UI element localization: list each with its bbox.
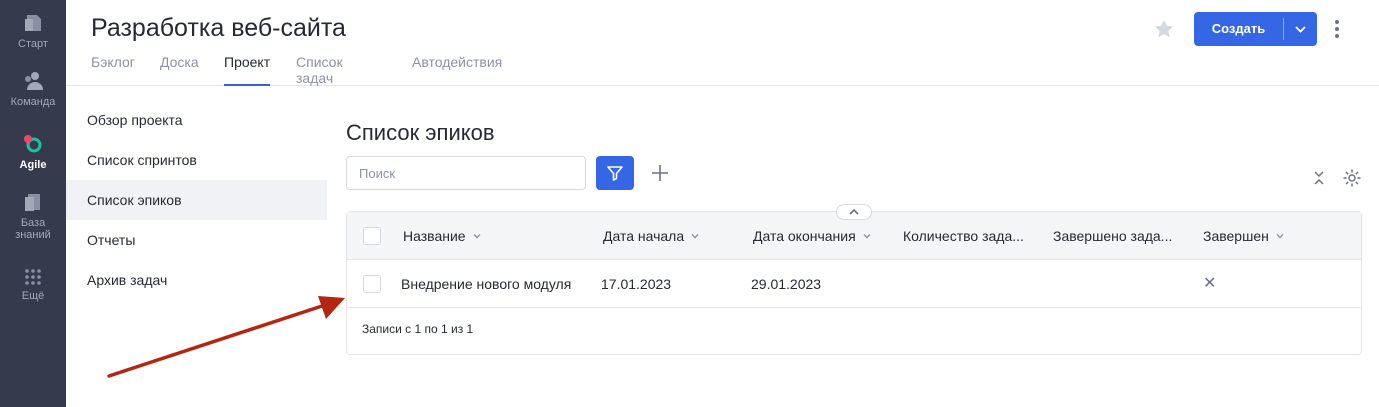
grid-icon [25, 269, 41, 285]
rail-label: Старт [18, 38, 48, 50]
filter-icon [607, 166, 623, 181]
rail-label: База знаний [15, 217, 51, 241]
chevron-down-icon [1295, 26, 1306, 33]
section-title: Список эпиков [346, 120, 495, 145]
knowledge-base-icon [25, 194, 40, 211]
epics-table: Название Дата начала Дата окончания Коли… [346, 211, 1362, 355]
favorite-star-icon[interactable] [1153, 18, 1175, 45]
sidenav-item-reports[interactable]: Отчеты [66, 220, 327, 260]
sidenav-item-overview[interactable]: Обзор проекта [66, 100, 327, 140]
column-label: Дата начала [603, 228, 685, 244]
table-row[interactable]: Внедрение нового модуля 17.01.2023 29.01… [347, 260, 1361, 308]
gear-icon[interactable] [1342, 168, 1362, 193]
rail-label: Agile [19, 159, 47, 171]
tab-board[interactable]: Доска [160, 54, 199, 86]
pagination-summary: Записи с 1 по 1 из 1 [362, 322, 474, 336]
app-rail: Старт Команда Agile База знаний Ещё [0, 0, 66, 407]
rail-item-start[interactable]: Старт [0, 12, 66, 50]
tab-project[interactable]: Проект [224, 54, 271, 86]
row-checkbox[interactable] [363, 275, 381, 293]
rail-item-knowledge-base[interactable]: База знаний [0, 191, 66, 241]
collapse-rows-icon[interactable] [1309, 168, 1329, 193]
page-title: Разработка веб-сайта [91, 14, 346, 42]
chevron-down-icon [863, 234, 871, 239]
column-label: Завершено зада... [1053, 228, 1173, 244]
column-label: Дата окончания [753, 228, 856, 244]
cell-end-date: 29.01.2023 [751, 276, 822, 292]
team-icon [25, 72, 43, 90]
chevron-down-icon [691, 234, 699, 239]
column-label: Название [403, 228, 466, 244]
sidenav-item-archive[interactable]: Архив задач [66, 260, 327, 300]
tab-task-list[interactable]: Список задач [296, 54, 343, 86]
chevron-up-icon [849, 208, 859, 215]
sidenav-item-epics[interactable]: Список эпиков [66, 180, 327, 220]
chevron-down-icon [473, 234, 481, 239]
rail-item-team[interactable]: Команда [0, 70, 66, 108]
column-header-task-count[interactable]: Количество зада... [903, 212, 1035, 260]
chevron-down-icon [1276, 234, 1284, 239]
column-header-completed[interactable]: Завершен [1203, 212, 1323, 260]
rail-label: Ещё [21, 290, 45, 302]
collapse-toggle-button[interactable] [836, 204, 872, 220]
column-label: Количество зада... [903, 228, 1024, 244]
cell-name[interactable]: Внедрение нового модуля [401, 260, 571, 308]
tab-backlog[interactable]: Бэклог [91, 54, 135, 86]
sidenav-item-sprints[interactable]: Список спринтов [66, 140, 327, 180]
tab-automations[interactable]: Автодействия [412, 54, 502, 86]
rail-item-agile[interactable]: Agile [0, 133, 66, 171]
column-header-end-date[interactable]: Дата окончания [753, 212, 899, 260]
agile-icon [24, 135, 42, 153]
close-icon: ✕ [1203, 275, 1217, 292]
filter-button[interactable] [596, 156, 634, 190]
cell-start-date: 17.01.2023 [601, 276, 672, 292]
more-options-icon[interactable] [1334, 18, 1340, 45]
column-header-tasks-done[interactable]: Завершено зада... [1053, 212, 1185, 260]
column-label: Завершен [1203, 228, 1269, 244]
column-header-name[interactable]: Название [403, 212, 583, 260]
create-dropdown-button[interactable] [1284, 12, 1317, 46]
rail-item-more[interactable]: Ещё [0, 268, 66, 302]
create-button-label: Создать [1211, 21, 1266, 36]
create-button[interactable]: Создать [1194, 12, 1317, 46]
select-all-checkbox[interactable] [363, 227, 381, 245]
page-header: Разработка веб-сайта Бэклог Доска Проект… [66, 0, 1379, 86]
add-epic-icon[interactable] [648, 161, 672, 190]
search-input[interactable] [346, 156, 586, 190]
column-header-start-date[interactable]: Дата начала [603, 212, 743, 260]
rail-label: Команда [10, 96, 56, 108]
home-icon [25, 15, 41, 31]
